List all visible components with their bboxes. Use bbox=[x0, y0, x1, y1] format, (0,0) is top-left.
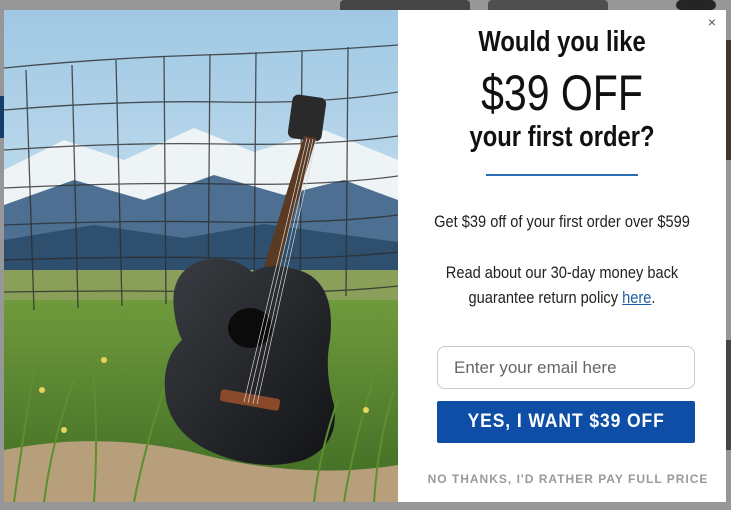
claim-discount-label: YES, I WANT $39 OFF bbox=[467, 411, 665, 432]
close-icon[interactable]: × bbox=[704, 14, 720, 30]
policy-link[interactable]: here bbox=[622, 288, 651, 307]
divider bbox=[486, 174, 638, 176]
popup-subheading: your first order? bbox=[469, 121, 655, 153]
policy-text: Read about our 30-day money back guarant… bbox=[421, 260, 703, 310]
discount-amount: $39 OFF bbox=[481, 65, 643, 121]
popup-content: × Would you like $39 OFF your first orde… bbox=[398, 10, 726, 502]
discount-popup: × Would you like $39 OFF your first orde… bbox=[4, 10, 726, 502]
guitar-in-grass-fence-image bbox=[4, 10, 398, 502]
popup-heading: Would you like bbox=[478, 26, 646, 58]
decline-link[interactable]: NO THANKS, I'D RATHER PAY FULL PRICE bbox=[398, 472, 726, 486]
offer-text: Get $39 off of your first order over $59… bbox=[434, 212, 690, 231]
policy-text-end: . bbox=[651, 288, 656, 307]
email-input[interactable] bbox=[437, 346, 695, 389]
claim-discount-button[interactable]: YES, I WANT $39 OFF bbox=[437, 401, 695, 443]
